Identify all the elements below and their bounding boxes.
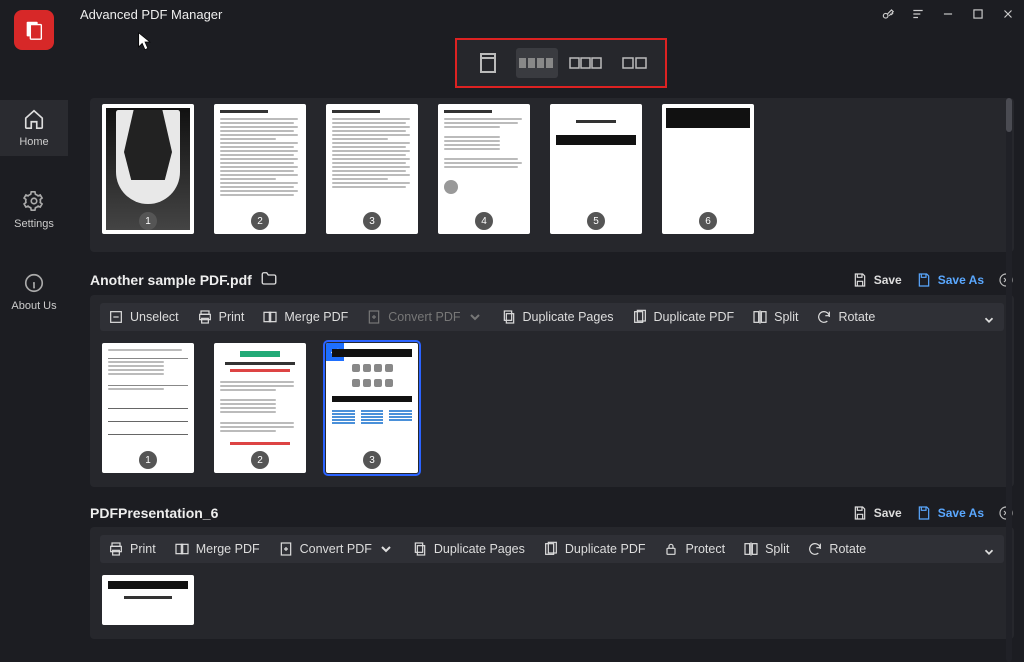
page-number-badge: 4 [475,212,493,230]
merge-button[interactable]: Merge PDF [174,541,260,557]
page-thumbnail[interactable]: 6 [662,104,754,234]
rotate-button[interactable]: Rotate [807,541,866,557]
sidebar-item-settings[interactable]: Settings [0,182,68,238]
page-number-badge: 2 [251,212,269,230]
page-number-badge: 6 [699,212,717,230]
view-mode-continuous[interactable] [516,48,558,78]
save-button[interactable]: Save [852,505,902,521]
duplicate-pages-button[interactable]: Duplicate Pages [412,541,525,557]
document-toolbar: Print Merge PDF Convert PDF Duplicate Pa… [100,535,1004,563]
open-folder-icon[interactable] [260,270,278,289]
split-button[interactable]: Split [743,541,789,557]
document-section: Print Merge PDF Convert PDF Duplicate Pa… [90,527,1014,639]
page-thumbnails: 1 2 3 [100,343,1004,473]
save-button[interactable]: Save [852,272,902,288]
app-logo [14,10,54,50]
page-thumbnail[interactable] [102,575,194,625]
vertical-scrollbar[interactable] [1004,98,1014,662]
page-number-badge: 1 [139,212,157,230]
sidebar-item-label: About Us [11,300,56,312]
document-filename: Another sample PDF.pdf [90,272,252,288]
sidebar-item-label: Home [19,136,48,148]
sidebar-item-home[interactable]: Home [0,100,68,156]
document-group: PDFPresentation_6 Save Save As Print Mer… [90,505,1014,639]
convert-button[interactable]: Convert PDF [278,541,394,557]
document-toolbar: Unselect Print Merge PDF Convert PDF Dup… [100,303,1004,331]
protect-button[interactable]: Protect [663,541,725,557]
key-icon[interactable] [878,4,898,24]
toolbar-more-button[interactable] [982,313,996,330]
view-mode-grid-3[interactable] [565,48,607,78]
menu-icon[interactable] [908,4,928,24]
page-number-badge: 3 [363,212,381,230]
view-mode-single[interactable] [467,48,509,78]
page-number-badge: 5 [587,212,605,230]
view-mode-grid-2[interactable] [614,48,656,78]
minimize-button[interactable] [938,4,958,24]
title-bar: Advanced PDF Manager [0,0,1024,28]
toolbar-more-button[interactable] [982,545,996,562]
page-thumbnail[interactable]: 4 [438,104,530,234]
view-mode-selector [455,38,667,88]
close-button[interactable] [998,4,1018,24]
page-thumbnails: 1 2 3 4 5 6 [100,104,1004,238]
save-as-button[interactable]: Save As [916,505,984,521]
document-section: 1 2 3 4 5 6 [90,98,1014,252]
chevron-down-icon [467,309,483,325]
page-thumbnail[interactable]: 5 [550,104,642,234]
save-as-button[interactable]: Save As [916,272,984,288]
page-number-badge: 3 [363,451,381,469]
unselect-button[interactable]: Unselect [108,309,179,325]
page-thumbnails [100,575,1004,625]
convert-button[interactable]: Convert PDF [366,309,482,325]
duplicate-pdf-button[interactable]: Duplicate PDF [632,309,735,325]
sidebar-item-label: Settings [14,218,54,230]
maximize-button[interactable] [968,4,988,24]
page-thumbnail[interactable]: 1 [102,343,194,473]
document-filename: PDFPresentation_6 [90,505,218,521]
split-button[interactable]: Split [752,309,798,325]
sidebar-item-about[interactable]: About Us [0,264,68,320]
document-group: Another sample PDF.pdf Save Save As Unse… [90,270,1014,487]
page-thumbnail[interactable]: 2 [214,104,306,234]
rotate-button[interactable]: Rotate [816,309,875,325]
duplicate-pdf-button[interactable]: Duplicate PDF [543,541,646,557]
chevron-down-icon [378,541,394,557]
page-number-badge: 2 [251,451,269,469]
print-button[interactable]: Print [108,541,156,557]
duplicate-pages-button[interactable]: Duplicate Pages [501,309,614,325]
sidebar: Home Settings About Us [0,100,68,320]
page-thumbnail[interactable]: 1 [102,104,194,234]
document-section: Unselect Print Merge PDF Convert PDF Dup… [90,295,1014,487]
window-buttons [878,4,1018,24]
document-header: PDFPresentation_6 Save Save As [90,505,1014,521]
page-number-badge: 1 [139,451,157,469]
mouse-cursor-icon [138,32,152,52]
page-thumbnail[interactable]: 2 [214,343,306,473]
main-area: 1 2 3 4 5 6 [90,98,1014,662]
app-title: Advanced PDF Manager [80,7,222,22]
merge-button[interactable]: Merge PDF [262,309,348,325]
print-button[interactable]: Print [197,309,245,325]
document-header: Another sample PDF.pdf Save Save As [90,270,1014,289]
page-thumbnail[interactable]: 3 [326,343,418,473]
page-thumbnail[interactable]: 3 [326,104,418,234]
